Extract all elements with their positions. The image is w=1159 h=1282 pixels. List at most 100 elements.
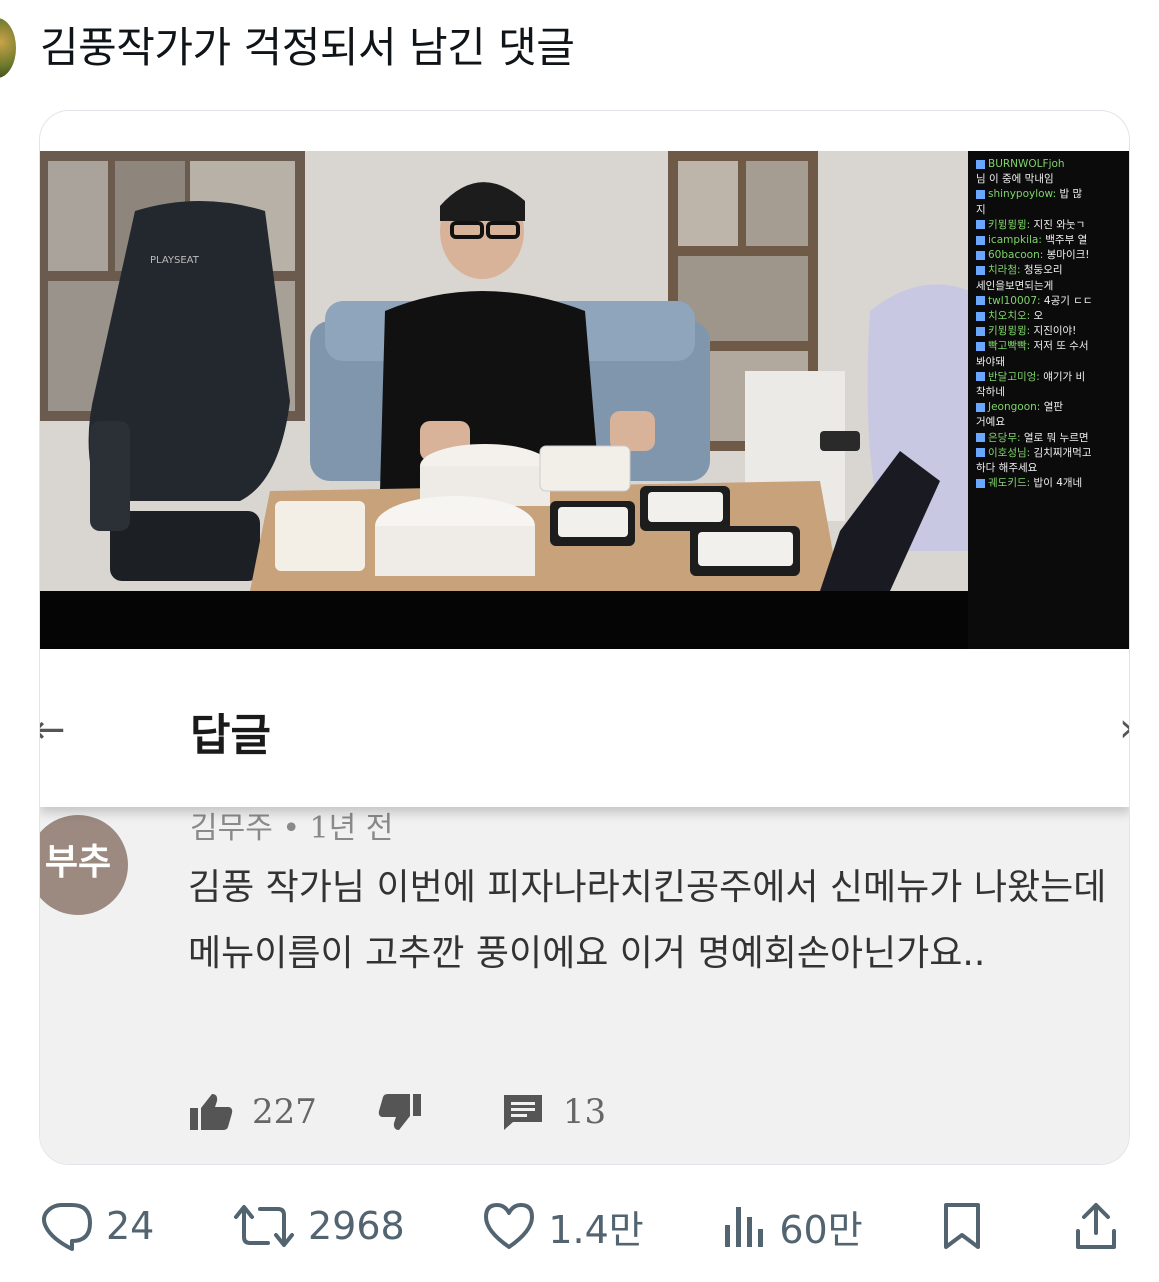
chat-text: 밥이 4개네 bbox=[1033, 477, 1083, 490]
chat-message: 키뮝뮝뮝: 지진 와눗ㄱ bbox=[976, 218, 1127, 233]
chat-username: 빡고빡빡: bbox=[988, 340, 1031, 353]
chat-text: 세인을보면되는게 bbox=[976, 279, 1054, 292]
back-arrow-icon[interactable]: ← bbox=[40, 707, 66, 753]
retweet-icon bbox=[233, 1205, 294, 1247]
comment-actions: 227 13 bbox=[188, 1087, 666, 1137]
chat-badge-icon bbox=[976, 189, 985, 199]
chat-message: icampkila: 백주부 열 bbox=[976, 233, 1127, 248]
chat-text: 김치찌개먹고 bbox=[1033, 446, 1092, 459]
chat-text: 거예요 bbox=[976, 416, 1005, 429]
chat-message: 치라첨: 청둥오리 bbox=[976, 263, 1127, 278]
chat-text: 저저 또 수서 bbox=[1033, 340, 1089, 353]
stream-chat: BURNWOLFjoh 님 이 중에 막내임 shinypoylow: 밥 많지키… bbox=[968, 151, 1129, 649]
chat-text: 봉마이크! bbox=[1046, 249, 1090, 262]
chat-username: 키뮝뮝뮝: bbox=[988, 218, 1031, 231]
chat-text: 지 bbox=[976, 203, 986, 216]
chat-badge-icon bbox=[976, 433, 985, 443]
like-button[interactable]: 1.4만 bbox=[482, 1199, 644, 1254]
chat-username: 키뮝뮝뮝: bbox=[988, 325, 1031, 338]
chat-text: 하다 해주세요 bbox=[976, 462, 1038, 475]
comment-like-button[interactable]: 227 bbox=[188, 1092, 317, 1132]
chat-badge-icon bbox=[976, 296, 985, 306]
chat-badge-icon bbox=[976, 402, 985, 412]
stream-scene: PLAYSEAT bbox=[40, 151, 970, 649]
chat-username: Jeongoon: bbox=[988, 401, 1041, 414]
stream-video-frame: PLAYSEAT BURNWOLFjoh 님 이 중에 막내임 shinypoyl… bbox=[40, 151, 1129, 649]
views-button[interactable]: 60만 bbox=[721, 1199, 863, 1254]
tweet-media[interactable]: PLAYSEAT BURNWOLFjoh 님 이 중에 막내임 shinypoyl… bbox=[39, 110, 1130, 1165]
like-icon bbox=[484, 1203, 535, 1249]
reply-panel-header: ← 답글 › bbox=[40, 649, 1129, 807]
share-icon bbox=[1075, 1203, 1116, 1249]
reply-count: 24 bbox=[106, 1204, 155, 1248]
comment-bubble-icon bbox=[503, 1095, 542, 1130]
chat-message: BURNWOLFjoh bbox=[976, 157, 1127, 172]
chat-message: 반달고미엉: 얘기가 비 bbox=[976, 370, 1127, 385]
chat-username: 반달고미엉: bbox=[988, 370, 1040, 383]
chat-message: 착하네 bbox=[976, 385, 1127, 400]
reply-button[interactable]: 24 bbox=[40, 1201, 154, 1251]
chat-text: 지진이야! bbox=[1033, 325, 1077, 338]
chat-message: 60bacoon: 봉마이크! bbox=[976, 248, 1127, 263]
chat-text: 얘기가 비 bbox=[1043, 370, 1086, 383]
comment-avatar[interactable]: 부추 bbox=[40, 815, 128, 915]
chat-text: 밥 많 bbox=[1059, 188, 1083, 201]
more-icon[interactable] bbox=[1105, 0, 1129, 8]
like-count: 1.4만 bbox=[548, 1207, 644, 1252]
chat-text: 열판 bbox=[1043, 401, 1064, 414]
chat-username: 궤도키드: bbox=[988, 477, 1031, 490]
chevron-right-icon[interactable]: › bbox=[1119, 705, 1129, 751]
chat-message: 하다 해주세요 bbox=[976, 461, 1127, 476]
chat-text: 열로 뭐 누르면 bbox=[1023, 431, 1089, 444]
chat-username: icampkila: bbox=[988, 234, 1042, 247]
comment-dislike-button[interactable] bbox=[377, 1092, 441, 1132]
chat-message: 봐야돼 bbox=[976, 355, 1127, 370]
chat-message: 은당무: 열로 뭐 누르면 bbox=[976, 431, 1127, 446]
author-avatar[interactable] bbox=[0, 18, 16, 78]
chat-message: Jeongoon: 열판 bbox=[976, 400, 1127, 415]
chat-text: 4공기 ㄷㄷ bbox=[1043, 294, 1093, 307]
chat-username: twl10007: bbox=[988, 294, 1041, 307]
chat-text: 님 이 중에 막내임 bbox=[976, 173, 1054, 186]
share-button[interactable] bbox=[1074, 1201, 1130, 1251]
chat-username: 치오치오: bbox=[988, 310, 1031, 323]
chat-username: BURNWOLFjoh bbox=[988, 158, 1065, 170]
chat-username: 60bacoon: bbox=[988, 249, 1044, 262]
chat-text: 백주부 열 bbox=[1045, 234, 1088, 247]
chat-message: shinypoylow: 밥 많 bbox=[976, 187, 1127, 202]
chat-username: 치라첨: bbox=[988, 264, 1021, 277]
chat-badge-icon bbox=[976, 326, 985, 336]
comment: 부추 김무주 • 1년 전 김풍 작가님 이번에 피자나라치킨공주에서 신메뉴가… bbox=[40, 807, 1129, 1164]
chat-badge-icon bbox=[976, 311, 985, 321]
chat-message: 님 이 중에 막내임 bbox=[976, 172, 1127, 187]
chat-text: 오 bbox=[1033, 310, 1044, 323]
chat-message: 세인을보면되는게 bbox=[976, 279, 1127, 294]
reply-panel-title: 답글 bbox=[190, 710, 271, 761]
chat-username: 이호성님: bbox=[988, 446, 1031, 459]
bookmark-button[interactable] bbox=[940, 1201, 996, 1251]
retweet-button[interactable]: 2968 bbox=[232, 1201, 405, 1251]
chat-message: 거예요 bbox=[976, 415, 1127, 430]
comment-like-count: 227 bbox=[252, 1092, 317, 1132]
chat-username: 은당무: bbox=[988, 431, 1021, 444]
views-count: 60만 bbox=[779, 1207, 863, 1252]
comment-body: 김풍 작가님 이번에 피자나라치킨공주에서 신메뉴가 나왔는데 메뉴이름이 고추… bbox=[188, 867, 1107, 974]
chat-text: 청둥오리 bbox=[1023, 264, 1063, 277]
comment-reply-button[interactable]: 13 bbox=[501, 1092, 606, 1132]
tweet-action-bar: 24 2968 1.4만 60만 bbox=[40, 1198, 1130, 1254]
chat-message: 키뮝뮝뮝: 지진이야! bbox=[976, 324, 1127, 339]
comment-reply-count: 13 bbox=[562, 1092, 607, 1132]
chat-badge-icon bbox=[976, 235, 985, 245]
chat-message: 궤도키드: 밥이 4개네 bbox=[976, 476, 1127, 491]
chat-message: 치오치오: 오 bbox=[976, 309, 1127, 324]
chat-username: shinypoylow: bbox=[988, 188, 1057, 201]
chat-message: twl10007: 4공기 ㄷㄷ bbox=[976, 294, 1127, 309]
chat-badge-icon bbox=[976, 372, 985, 382]
chat-badge-icon bbox=[976, 341, 985, 351]
retweet-count: 2968 bbox=[307, 1204, 405, 1248]
chair-brand-text: PLAYSEAT bbox=[150, 255, 200, 266]
chat-message: 지 bbox=[976, 203, 1127, 218]
thumbs-up-icon bbox=[190, 1094, 233, 1130]
chat-badge-icon bbox=[976, 448, 985, 458]
chat-badge-icon bbox=[976, 220, 985, 230]
